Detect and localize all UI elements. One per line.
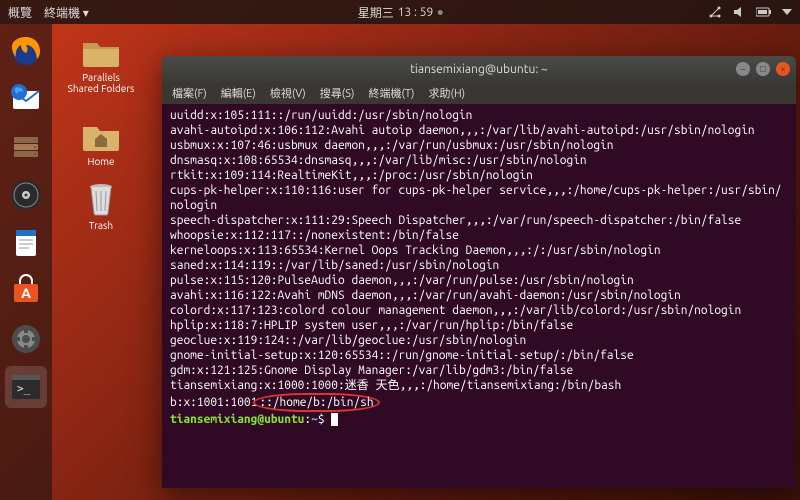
terminal-line: cups-pk-helper:x:110:116:user for cups-p… bbox=[170, 183, 788, 213]
menu-item-2[interactable]: 檢視(V) bbox=[270, 85, 306, 101]
app-menu[interactable]: 終端機 ▾ bbox=[44, 4, 89, 21]
terminal-line: saned:x:114:119::/var/lib/saned:/usr/sbi… bbox=[170, 258, 788, 273]
svg-text:A: A bbox=[21, 285, 31, 301]
activities-button[interactable]: 概覽 bbox=[8, 4, 32, 21]
terminal-line: kerneloops:x:113:65534:Kernel Oops Track… bbox=[170, 243, 788, 258]
top-bar: 概覽 終端機 ▾ 星期三 13 : 59 bbox=[0, 0, 800, 24]
desktop-trash[interactable]: Trash bbox=[66, 180, 136, 231]
terminal-prompt[interactable]: tiansemixiang@ubuntu:~$ bbox=[170, 412, 788, 427]
dock-software[interactable]: A bbox=[5, 270, 47, 312]
maximize-button[interactable]: □ bbox=[756, 62, 770, 76]
terminal-window: tiansemixiang@ubuntu: ~ – □ × 檔案(F) 編輯(E)… bbox=[162, 56, 796, 488]
menu-item-3[interactable]: 搜尋(S) bbox=[320, 85, 355, 101]
terminal-line: speech-dispatcher:x:111:29:Speech Dispat… bbox=[170, 213, 788, 228]
terminal-line: dnsmasq:x:108:65534:dnsmasq,,,:/var/lib/… bbox=[170, 153, 788, 168]
terminal-line: avahi:x:116:122:Avahi mDNS daemon,,,:/va… bbox=[170, 288, 788, 303]
menu-item-5[interactable]: 求助(H) bbox=[429, 85, 466, 101]
window-title: tiansemixiang@ubuntu: ~ bbox=[410, 63, 548, 76]
terminal-line: usbmux:x:107:46:usbmux daemon,,,:/var/ru… bbox=[170, 138, 788, 153]
notification-dot-icon bbox=[437, 10, 442, 15]
clock[interactable]: 星期三 13 : 59 bbox=[358, 4, 443, 21]
network-icon[interactable] bbox=[708, 5, 722, 19]
terminal-line: pulse:x:115:120:PulseAudio daemon,,,:/va… bbox=[170, 273, 788, 288]
terminal-line: avahi-autoipd:x:106:112:Avahi autoip dae… bbox=[170, 123, 788, 138]
terminal-line: uuidd:x:105:111::/run/uuidd:/usr/sbin/no… bbox=[170, 108, 788, 123]
dock-rhythmbox[interactable] bbox=[5, 174, 47, 216]
terminal-line-highlighted: b:x:1001:1001::/home/b:/bin/sh bbox=[170, 393, 788, 412]
dock-terminal[interactable]: >_ bbox=[5, 366, 47, 408]
dock-thunderbird[interactable] bbox=[5, 78, 47, 120]
terminal-line: colord:x:117:123:colord colour managemen… bbox=[170, 303, 788, 318]
dock-files[interactable] bbox=[5, 126, 47, 168]
menu-item-4[interactable]: 終端機(T) bbox=[368, 85, 414, 101]
minimize-button[interactable]: – bbox=[736, 62, 750, 76]
terminal-line: gdm:x:121:125:Gnome Display Manager:/var… bbox=[170, 363, 788, 378]
battery-icon[interactable] bbox=[756, 7, 772, 17]
desktop-parallels-shared-folders[interactable]: Parallels Shared Folders bbox=[66, 32, 136, 94]
dock-writer[interactable] bbox=[5, 222, 47, 264]
menu-item-1[interactable]: 編輯(E) bbox=[221, 85, 256, 101]
svg-text:>_: >_ bbox=[17, 382, 31, 395]
dock-help[interactable] bbox=[5, 318, 47, 360]
close-button[interactable]: × bbox=[776, 62, 790, 76]
power-icon[interactable] bbox=[782, 7, 792, 17]
dock-firefox[interactable] bbox=[5, 30, 47, 72]
terminal-line: rtkit:x:109:114:RealtimeKit,,,:/proc:/us… bbox=[170, 168, 788, 183]
desktop-home-folder[interactable]: Home bbox=[66, 116, 136, 167]
menu-item-0[interactable]: 檔案(F) bbox=[172, 85, 207, 101]
terminal-line: whoopsie:x:112:117::/nonexistent:/bin/fa… bbox=[170, 228, 788, 243]
terminal-menubar: 檔案(F) 編輯(E) 檢視(V) 搜尋(S) 終端機(T) 求助(H) bbox=[162, 82, 796, 104]
terminal-line: hplip:x:118:7:HPLIP system user,,,:/var/… bbox=[170, 318, 788, 333]
terminal-output[interactable]: uuidd:x:105:111::/run/uuidd:/usr/sbin/no… bbox=[162, 104, 796, 488]
terminal-line: gnome-initial-setup:x:120:65534::/run/gn… bbox=[170, 348, 788, 363]
dock: A >_ bbox=[0, 24, 52, 500]
window-titlebar[interactable]: tiansemixiang@ubuntu: ~ – □ × bbox=[162, 56, 796, 82]
terminal-line: tiansemixiang:x:1000:1000:迷香 天色,,,:/home… bbox=[170, 378, 788, 393]
volume-icon[interactable] bbox=[732, 5, 746, 19]
terminal-line: geoclue:x:119:124::/var/lib/geoclue:/usr… bbox=[170, 333, 788, 348]
